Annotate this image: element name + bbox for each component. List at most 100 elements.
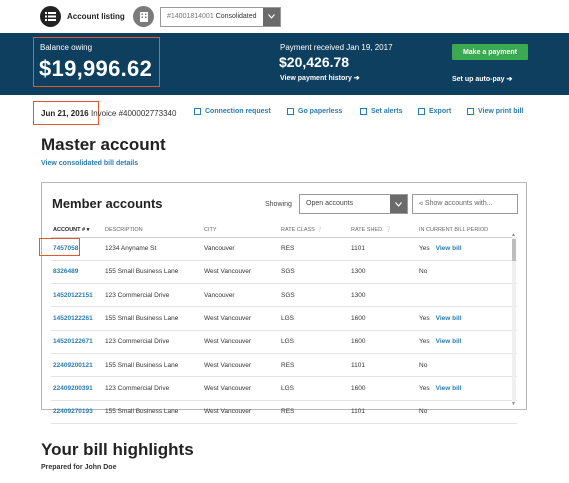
table-row: 7457058 1234 Anyname St Vancouver RES 11… [51,237,517,261]
account-in-period-cell: Yes View bill [417,330,517,354]
export-icon [418,108,425,115]
help-icon[interactable]: ❔ [385,227,392,233]
print-icon [467,108,474,115]
account-in-period-cell [417,283,517,308]
make-payment-button[interactable]: Make a payment [452,44,528,60]
account-number-link[interactable]: 14520122671 [51,330,103,354]
column-header-account[interactable]: ACCOUNT # ▾ [51,223,103,238]
view-bill-link[interactable]: View bill [436,338,462,345]
accounts-search-input[interactable]: ⪦ Show accounts with... [412,194,518,214]
set-up-autopay-link[interactable]: Set up auto-pay ➔ [452,75,512,83]
account-in-period-cell: Yes View bill [417,306,517,331]
account-description: 123 Commercial Drive [103,283,202,308]
account-rate-shed: 1101 [349,237,417,261]
account-rate-shed: 1300 [349,283,417,308]
table-row: 14520122151 123 Commercial Drive Vancouv… [51,283,517,308]
balance-highlight-box: Balance owing $19,996.62 [33,37,160,87]
balance-banner: Balance owing $19,996.62 Payment receive… [0,33,569,95]
view-consolidated-bill-link[interactable]: View consolidated bill details [41,160,138,167]
showing-label: Showing [265,201,292,208]
account-rate-class: LGS [279,306,349,331]
account-dropdown-label: Consolidated [215,13,257,20]
alert-icon [360,108,367,115]
account-number-link[interactable]: 22409200391 [51,376,103,401]
account-rate-class: SGS [279,283,349,308]
view-print-bill-link[interactable]: View print bill [467,108,523,115]
account-city: West Vancouver [202,330,279,354]
table-row: 14520122261 155 Small Business Lane West… [51,306,517,331]
account-city: West Vancouver [202,353,279,378]
account-description: 123 Commercial Drive [103,330,202,354]
master-account-title: Master account [41,135,166,154]
set-alerts-label: Set alerts [371,108,403,115]
account-rate-class: RES [279,353,349,378]
help-icon[interactable]: ❔ [316,227,323,233]
account-description: 155 Small Business Lane [103,400,202,424]
member-accounts-panel: Member accounts Showing Open accounts ⪦ … [41,182,527,424]
account-description: 155 Small Business Lane [103,353,202,378]
account-in-period-cell: Yes View bill [417,376,517,401]
account-listing-label: Account listing [67,12,125,21]
account-number-link[interactable]: 22409270193 [51,400,103,424]
account-dropdown-value: #14001814001 Consolidated [161,13,263,20]
member-accounts-table: ACCOUNT # ▾ DESCRIPTION CITY RATE CLASS … [51,223,517,424]
account-in-period: Yes [419,338,430,346]
account-in-period-cell: No [417,353,517,378]
account-city: Vancouver [202,237,279,261]
column-header-rate-shed[interactable]: RATE SHED. ❔ [349,223,417,238]
view-payment-history-link[interactable]: View payment history ➔ [280,74,360,82]
table-row: 8326489 155 Small Business Lane West Van… [51,260,517,285]
account-rate-shed: 1101 [349,400,417,424]
balance-label: Balance owing [40,43,93,52]
account-rate-shed: 1600 [349,306,417,331]
account-rate-shed: 1600 [349,376,417,401]
accounts-search-placeholder: Show accounts with... [424,200,493,207]
prepared-for-text: Prepared for John Doe [41,464,117,471]
export-link[interactable]: Export [418,108,451,115]
view-bill-link[interactable]: View bill [436,245,462,252]
account-description: 123 Commercial Drive [103,376,202,401]
account-in-period-cell: Yes View bill [417,237,517,261]
account-rate-class: RES [279,400,349,424]
view-bill-link[interactable]: View bill [436,315,462,322]
account-in-period: No [419,361,428,369]
account-in-period: Yes [419,384,430,392]
view-bill-link[interactable]: View bill [436,385,462,392]
account-dropdown-number: #14001814001 [167,13,214,20]
connection-request-link[interactable]: Connection request [194,108,271,115]
column-header-description[interactable]: DESCRIPTION [103,223,202,238]
column-header-rate-class[interactable]: RATE CLASS ❔ [279,223,349,238]
column-header-account-label: ACCOUNT # [53,226,86,233]
account-number-link[interactable]: 14520122151 [51,283,103,308]
table-row: 22409270193 155 Small Business Lane West… [51,400,517,424]
column-header-rate-class-label: RATE CLASS [281,226,315,233]
table-scrollbar[interactable] [512,237,516,402]
go-paperless-link[interactable]: Go paperless [287,108,342,115]
filter-icon: ⪦ [419,200,423,207]
account-city: Vancouver [202,283,279,308]
account-number-link[interactable]: 14520122261 [51,306,103,331]
account-description: 155 Small Business Lane [103,260,202,285]
scrollbar-thumb[interactable] [512,239,516,261]
account-rate-class: LGS [279,376,349,401]
account-dropdown[interactable]: #14001814001 Consolidated [160,6,281,27]
column-header-city[interactable]: CITY [202,223,279,238]
set-alerts-link[interactable]: Set alerts [360,108,403,115]
account-description: 155 Small Business Lane [103,306,202,331]
account-listing-button[interactable]: Account listing [40,6,125,27]
account-number-link[interactable]: 8326489 [51,260,103,285]
top-bar: Account listing #14001814001 Consolidate… [0,0,569,33]
account-in-period-cell: No [417,400,517,424]
invoice-number: Invoice #400002773340 [91,109,177,118]
accounts-filter-dropdown[interactable]: Open accounts [299,194,408,214]
account-selector: #14001814001 Consolidated [133,6,281,27]
go-paperless-label: Go paperless [298,108,343,115]
scroll-down-icon[interactable]: ▼ [511,401,516,407]
column-header-in-current-bill-period[interactable]: IN CURRENT BILL PERIOD [417,223,517,238]
account-in-period: No [419,268,428,276]
account-city: West Vancouver [202,376,279,401]
sort-down-icon: ▾ [86,226,90,233]
connection-request-label: Connection request [205,108,271,115]
account-in-period-cell: No [417,260,517,285]
account-number-link[interactable]: 22409200121 [51,353,103,378]
